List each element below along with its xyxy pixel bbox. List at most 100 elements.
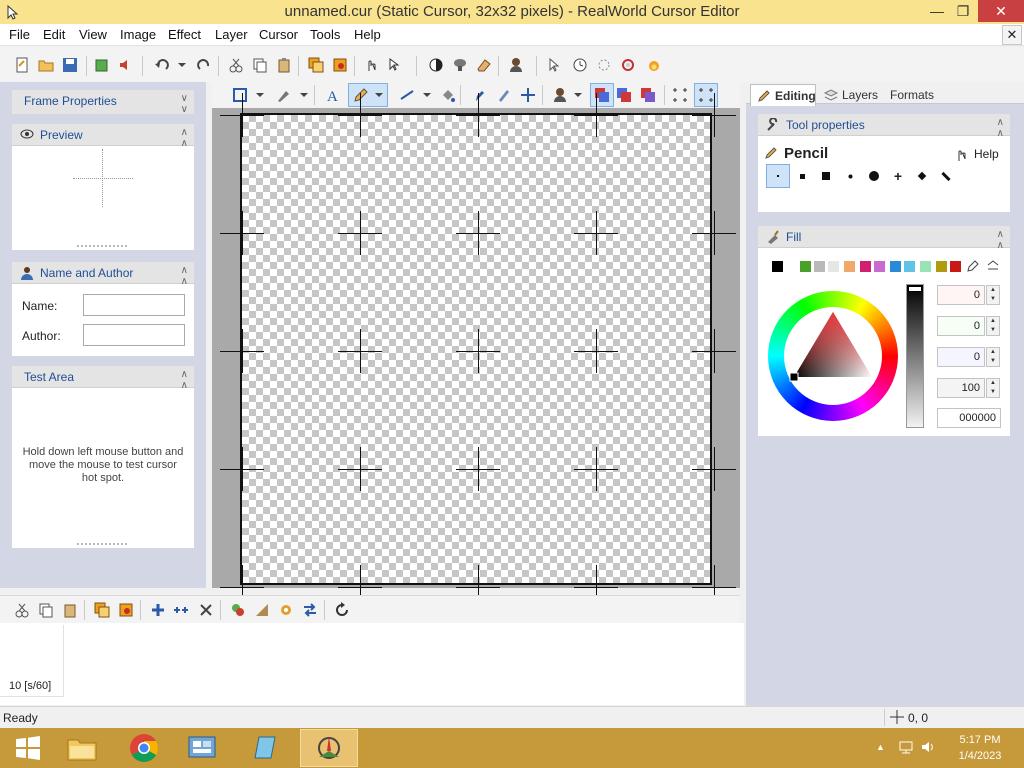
blend-mode-3-icon[interactable] — [638, 85, 658, 105]
cut-icon[interactable] — [226, 55, 246, 75]
layers-paste-icon[interactable] — [330, 55, 350, 75]
taskbar-chrome[interactable] — [116, 729, 172, 767]
menu-cursor[interactable]: Cursor — [259, 27, 298, 42]
resize-grip[interactable] — [77, 245, 127, 248]
resize-grip[interactable] — [77, 543, 127, 546]
author-input[interactable] — [83, 324, 185, 346]
smudge-icon[interactable] — [494, 85, 514, 105]
frame-paste-icon[interactable] — [60, 600, 80, 620]
arrow-cursor-icon[interactable] — [544, 55, 564, 75]
close-button[interactable]: ✕ — [978, 0, 1024, 22]
text-tool-icon[interactable]: A — [323, 85, 343, 105]
hand-cursor-icon[interactable] — [362, 55, 382, 75]
start-button[interactable] — [0, 729, 56, 767]
color-swatch[interactable] — [936, 261, 947, 272]
volume-icon[interactable] — [920, 739, 936, 758]
fill-bucket-icon[interactable] — [438, 85, 458, 105]
tab-editing[interactable]: Editing — [750, 84, 816, 106]
tab-formats[interactable]: Formats — [888, 84, 948, 106]
taskbar-control-panel[interactable] — [174, 729, 230, 767]
taskbar-cursor-editor[interactable] — [300, 729, 358, 767]
brush-dropdown-icon[interactable] — [294, 85, 314, 105]
rings-icon[interactable] — [618, 55, 638, 75]
frame-layers-icon[interactable] — [92, 600, 112, 620]
frame-effects-icon[interactable] — [228, 600, 248, 620]
frame-copy-icon[interactable] — [36, 600, 56, 620]
color-swatch[interactable] — [890, 261, 901, 272]
color-swatch[interactable] — [814, 261, 825, 272]
green-spinner[interactable]: ▲ ▼ — [986, 316, 1000, 336]
frame-ramp-icon[interactable] — [252, 600, 272, 620]
redo-icon[interactable] — [194, 55, 214, 75]
menu-edit[interactable]: Edit — [43, 27, 65, 42]
blend-mode-1-icon[interactable] — [590, 83, 614, 107]
menu-image[interactable]: Image — [120, 27, 156, 42]
swap-colors-icon[interactable] — [986, 259, 1000, 276]
brush-size-option[interactable] — [790, 164, 814, 188]
blue-value-field[interactable]: 0 — [937, 347, 985, 367]
brush-size-option[interactable]: + — [886, 164, 910, 188]
brush-size-option[interactable] — [910, 164, 934, 188]
menu-tools[interactable]: Tools — [310, 27, 340, 42]
user-icon[interactable] — [506, 55, 526, 75]
hotspot-icon[interactable] — [518, 85, 538, 105]
delete-frame-icon[interactable] — [196, 600, 216, 620]
color-swatch[interactable] — [874, 261, 885, 272]
color-swatch[interactable] — [860, 261, 871, 272]
alpha-slider-thumb[interactable] — [908, 286, 922, 292]
color-wheel[interactable] — [768, 291, 898, 421]
help-link[interactable]: Help — [974, 147, 999, 161]
dropper-icon[interactable] — [470, 85, 490, 105]
tab-layers[interactable]: Layers — [820, 84, 886, 106]
color-swatch[interactable] — [920, 261, 931, 272]
eyedropper-icon[interactable] — [966, 259, 980, 276]
alpha-spinner[interactable]: ▲ ▼ — [986, 378, 1000, 398]
brush-size-option[interactable] — [838, 164, 862, 188]
chevron-up-icon[interactable]: ∧ ∧ — [181, 265, 188, 287]
frame-cut-icon[interactable] — [12, 600, 32, 620]
undo-icon[interactable] — [152, 55, 172, 75]
chevron-down-icon[interactable]: ∨ ∨ — [181, 93, 188, 115]
chevron-up-icon[interactable]: ∧ ∧ — [997, 229, 1004, 251]
cursor-test-icon[interactable] — [386, 55, 406, 75]
maximize-button[interactable]: ❐ — [948, 0, 978, 22]
line-tool-icon[interactable] — [397, 85, 417, 105]
primary-color-swatch[interactable] — [772, 261, 783, 272]
selection-dropdown-icon[interactable] — [250, 85, 270, 105]
frame-gear-icon[interactable] — [276, 600, 296, 620]
alpha-value-field[interactable]: 100 — [937, 378, 985, 398]
color-swatch[interactable] — [828, 261, 839, 272]
test-area-panel[interactable]: Test Area ∧ ∧ Hold down left mouse button… — [12, 366, 194, 548]
menu-file[interactable]: File — [9, 27, 30, 42]
color-swatch[interactable] — [844, 261, 855, 272]
hex-value-field[interactable]: 000000 — [937, 408, 1001, 428]
stamp-icon[interactable] — [450, 55, 470, 75]
open-folder-icon[interactable] — [36, 55, 56, 75]
layers-copy-icon[interactable] — [306, 55, 326, 75]
color-swatch[interactable] — [904, 261, 915, 272]
create-icon[interactable] — [92, 55, 112, 75]
frame-layers-paste-icon[interactable] — [116, 600, 136, 620]
person-dropdown-icon[interactable] — [568, 85, 588, 105]
copy-icon[interactable] — [250, 55, 270, 75]
color-triangle[interactable] — [768, 291, 898, 421]
duplicate-frame-icon[interactable] — [172, 600, 192, 620]
brush-size-option[interactable] — [934, 164, 958, 188]
grid-off-icon[interactable] — [670, 85, 690, 105]
taskbar-notepad[interactable] — [236, 729, 292, 767]
brush-icon[interactable] — [274, 85, 294, 105]
line-dropdown-icon[interactable] — [417, 85, 437, 105]
taskbar-file-explorer[interactable] — [54, 729, 110, 767]
eraser-icon[interactable] — [474, 55, 494, 75]
color-swatch[interactable] — [800, 261, 811, 272]
red-spinner[interactable]: ▲ ▼ — [986, 285, 1000, 305]
pencil-tool-button[interactable] — [348, 83, 388, 107]
paste-icon[interactable] — [274, 55, 294, 75]
person-tool-icon[interactable] — [550, 85, 570, 105]
refresh-icon[interactable] — [332, 600, 352, 620]
menu-view[interactable]: View — [79, 27, 107, 42]
color-swatch[interactable] — [950, 261, 961, 272]
alpha-slider[interactable] — [906, 284, 924, 428]
menu-help[interactable]: Help — [354, 27, 381, 42]
brush-size-option[interactable] — [766, 164, 790, 188]
